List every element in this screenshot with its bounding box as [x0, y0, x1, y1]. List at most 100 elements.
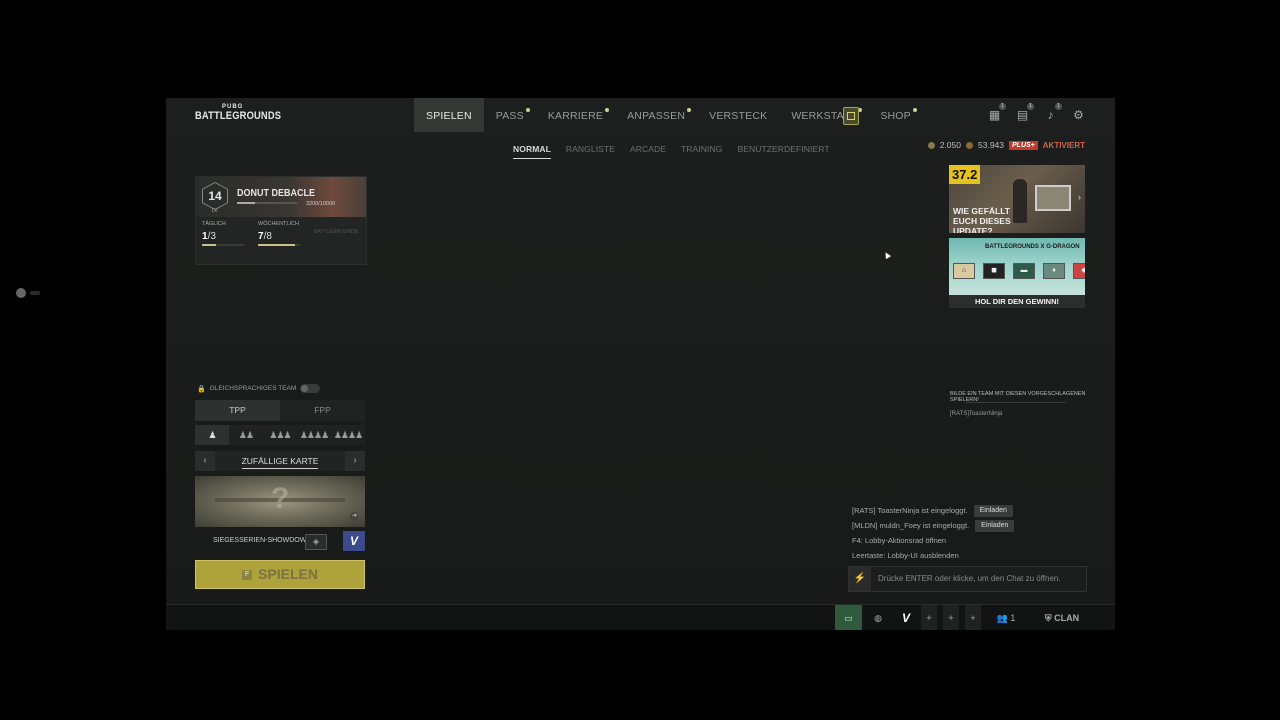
question-mark-icon: ? [271, 482, 290, 515]
squad-size-icon[interactable]: ♟ [195, 425, 229, 445]
third-label: BATTLEGROUNDS [314, 229, 359, 235]
v-logo-icon[interactable]: V [343, 531, 365, 551]
nav-label: KARRIERE [547, 110, 604, 122]
add-slot-button[interactable]: + [965, 605, 981, 630]
squad-size-icon[interactable]: ♟♟♟♟ [331, 425, 365, 445]
suggested-player[interactable]: [RATS]ToasterNinja [950, 411, 1002, 417]
play-label: SPIELEN [258, 566, 318, 582]
nav-item-spielen[interactable]: SPIELEN [414, 98, 484, 132]
gcoin-icon [966, 141, 973, 149]
divider [966, 402, 1066, 403]
daily-label: TÄGLICH [202, 221, 226, 227]
same-language-label: GLEICHSPRACHIGES TEAM [209, 385, 297, 392]
toggle-switch[interactable] [300, 384, 321, 393]
chat-text: [MLDN] muldn_Foey ist eingeloggt. [852, 521, 970, 530]
v-icon[interactable]: V [897, 605, 915, 630]
event-settings-icon[interactable]: ◈ [305, 534, 327, 550]
inventory-icon[interactable]: ▦ 1 [986, 103, 1006, 123]
third-mission: BATTLEGROUNDS [308, 221, 364, 246]
chat-text: [RATS] ToasterNinja ist eingeloggt. [852, 506, 968, 515]
nav-item-versteck[interactable]: VERSTECK [697, 98, 779, 132]
key-hint: F [242, 570, 253, 581]
squad-size-selector: ♟ ♟♟ ♟♟♟ ♟♟♟♟ ♟♟♟♟ [195, 425, 365, 445]
item-icon: ▬ [1013, 263, 1035, 279]
update-banner[interactable]: 37.2 WIE GEFÄLLT EUCH DIESES UPDATE? › [949, 165, 1085, 233]
clan-button[interactable]: ⛨ CLAN [1042, 605, 1082, 630]
nav-item-shop[interactable]: SHOP [868, 98, 923, 132]
tab-normal[interactable]: NORMAL [513, 144, 551, 159]
map-selector: ‹ ZUFÄLLIGE KARTE › [195, 451, 365, 471]
game-lobby: PUBG BATTLEGROUNDS SPIELEN PASS KARRIERE AN… [166, 98, 1115, 630]
weekly-progress [258, 244, 300, 246]
chat-text: F4: Lobby-Aktionsrad öffnen [852, 536, 947, 545]
bp-icon [927, 141, 935, 149]
gcoin-amount[interactable]: 53.943 [978, 140, 1004, 150]
chevron-right-icon[interactable]: › [1078, 192, 1081, 202]
logo: PUBG BATTLEGROUNDS [195, 104, 282, 126]
chat-icon[interactable]: ▭ [835, 605, 862, 630]
sub-nav: NORMAL RANGLISTE ARCADE TRAINING BENUTZERDEF… [513, 144, 830, 159]
bp-amount: 2.050 [939, 140, 961, 150]
chat-input[interactable]: ⚡ Drücke ENTER oder klicke, um den Chat … [848, 566, 1087, 592]
nav-item-anpassen[interactable]: ANPASSEN [615, 98, 697, 132]
nav-item-karriere[interactable]: KARRIERE [536, 98, 615, 132]
collab-items: ⌂ ◼ ▬ ♦ ◆ [953, 263, 1085, 279]
notification-dot [605, 108, 610, 112]
chat-line: [RATS] ToasterNinja ist eingeloggt. Einla… [852, 503, 1092, 518]
play-button[interactable]: F SPIELEN [195, 560, 365, 589]
globe-icon[interactable]: ◍ [869, 605, 887, 630]
item-icon: ◼ [983, 263, 1005, 279]
bell-icon[interactable]: ♪ 1 [1042, 103, 1062, 123]
friends-count: 1 [1010, 613, 1016, 623]
chevron-right-icon[interactable]: › [345, 451, 365, 471]
map-info-icon[interactable]: ➜ [350, 512, 359, 521]
tab-benutzerdefiniert[interactable]: BENUTZERDEFINIERT [737, 144, 829, 159]
chat-text: Leertaste: Lobby-UI ausblenden [852, 551, 959, 560]
friends-button[interactable]: 👥 1 [994, 605, 1018, 630]
collab-logo: BATTLEGROUNDS X G-DRAGON [985, 244, 1080, 250]
weekly-missions[interactable]: WÖCHENTLICH 7/8 [252, 221, 308, 246]
tab-training[interactable]: TRAINING [681, 144, 722, 159]
settings-icon[interactable]: ⚙ [1070, 107, 1087, 123]
collab-text: HOL DIR DEN GEWINN! [949, 295, 1085, 308]
player-card-header: 14 LV DONUT DEBACLE 3200/10000 [196, 177, 366, 217]
logo-big: BATTLEGROUNDS [195, 110, 282, 122]
event-label: SIEGESSERIEN-SHOWDOWN [213, 537, 312, 544]
update-version: 37.2 [949, 165, 981, 184]
item-icon: ♦ [1043, 263, 1065, 279]
chat-line: [MLDN] muldn_Foey ist eingeloggt. Einlade… [852, 518, 1092, 533]
banner-screen [1035, 185, 1071, 211]
event-row[interactable]: SIEGESSERIEN-SHOWDOWN ◈ V [195, 531, 365, 551]
perspective-selector: TPP FPP [195, 400, 365, 421]
daily-progress [202, 244, 244, 246]
add-slot-button[interactable]: + [943, 605, 959, 630]
nav-item-pass[interactable]: PASS [484, 98, 536, 132]
invite-button[interactable]: Einladen [975, 519, 1015, 532]
squad-size-icon[interactable]: ♟♟♟♟ [297, 425, 331, 445]
bottom-bar: ▭ ◍ V + + + 👥 1 ⛨ CLAN [166, 604, 1115, 630]
xp-bar [237, 202, 297, 204]
plus-status: AKTIVIERT [1042, 140, 1085, 150]
mode-tpp[interactable]: TPP [195, 400, 280, 421]
tab-arcade[interactable]: ARCADE [630, 144, 666, 159]
invite-button[interactable]: Einladen [973, 504, 1013, 517]
map-preview[interactable]: ? ➜ [195, 476, 365, 527]
currency-bar: 2.050 53.943 PLUS+ AKTIVIERT [927, 140, 1085, 150]
squad-size-icon[interactable]: ♟♟♟ [263, 425, 297, 445]
same-language-toggle[interactable]: 🔒 GLEICHSPRACHIGES TEAM [197, 384, 321, 393]
add-slot-button[interactable]: + [921, 605, 937, 630]
mail-icon[interactable]: ▤ 1 [1014, 103, 1034, 123]
collab-banner[interactable]: BATTLEGROUNDS X G-DRAGON ⌂ ◼ ▬ ♦ ◆ HOL D… [949, 238, 1085, 308]
friends-icon: 👥 [996, 613, 1008, 623]
level-badge: 14 [202, 182, 228, 210]
nav-label: VERSTECK [709, 110, 768, 122]
daily-missions[interactable]: TÄGLICH 1/3 [196, 221, 252, 246]
pass-icon[interactable] [843, 107, 859, 125]
mode-fpp[interactable]: FPP [280, 400, 365, 421]
chat-line: F4: Lobby-Aktionsrad öffnen [852, 533, 1092, 548]
lightning-icon[interactable]: ⚡ [849, 567, 871, 591]
xp-text: 3200/10000 [306, 201, 336, 207]
player-card[interactable]: 14 LV DONUT DEBACLE 3200/10000 TÄGLICH 1… [195, 176, 367, 265]
squad-size-icon[interactable]: ♟♟ [229, 425, 263, 445]
tab-rangliste[interactable]: RANGLISTE [566, 144, 615, 159]
